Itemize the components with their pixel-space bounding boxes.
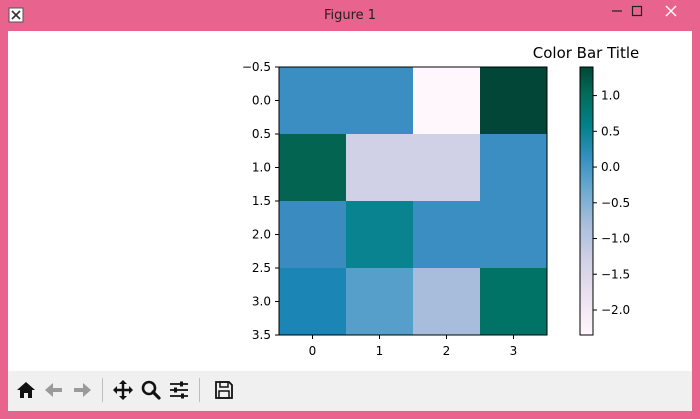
pan-button[interactable] (109, 376, 137, 404)
y-tick-label: 3.0 (252, 295, 271, 309)
toolbar-separator (102, 378, 103, 402)
forward-button[interactable] (68, 376, 96, 404)
y-tick-label: 2.5 (252, 261, 271, 275)
figure-window: Figure 1 −0.5 0.0 0.5 1.0 1.5 2.0 2.5 3.0 3.5 0 1 2… (0, 0, 700, 419)
back-arrow-icon (45, 383, 62, 397)
home-icon (17, 382, 35, 398)
zoom-icon (141, 380, 161, 400)
heatmap-cell (413, 268, 481, 336)
heatmap-cell (346, 201, 414, 269)
heatmap-cell (279, 201, 347, 269)
home-button[interactable] (12, 376, 40, 404)
colorbar-tick-label: −2.0 (601, 303, 630, 317)
heatmap-cell (480, 201, 548, 269)
maximize-button[interactable] (624, 0, 650, 22)
forward-arrow-icon (74, 383, 91, 397)
configure-subplots-button[interactable] (165, 376, 193, 404)
heatmap-cell (480, 134, 548, 202)
heatmap-cell (413, 201, 481, 269)
colorbar (579, 66, 594, 336)
zoom-button[interactable] (137, 376, 165, 404)
heatmap-cell (480, 67, 548, 135)
x-tick-label: 3 (510, 344, 518, 358)
configure-subplots-icon (170, 381, 188, 399)
heatmap-cell (346, 134, 414, 202)
heatmap-cell (480, 268, 548, 336)
x-tick-label: 0 (309, 344, 317, 358)
window-title: Figure 1 (323, 8, 377, 23)
colorbar-tick-label: 1.0 (601, 89, 620, 103)
navigation-toolbar (8, 371, 692, 411)
pan-icon (113, 380, 133, 400)
title-bar: Figure 1 (0, 0, 700, 31)
heatmap-cell (346, 67, 414, 135)
heatmap-cell (413, 67, 481, 135)
toolbar-separator (199, 378, 200, 402)
heatmap-cell (413, 134, 481, 202)
close-button[interactable] (648, 0, 694, 22)
y-tick-label: 0.0 (252, 94, 271, 108)
x-tick-label: 2 (443, 344, 451, 358)
heatmap-cell (279, 67, 347, 135)
y-tick-label: 1.5 (252, 194, 271, 208)
heatmap-cell (346, 268, 414, 336)
heatmap-plot: −0.5 0.0 0.5 1.0 1.5 2.0 2.5 3.0 3.5 0 1 2 3 1.0 0.5 0.… (242, 44, 640, 358)
save-icon (215, 381, 233, 399)
y-tick-label: 0.5 (252, 127, 271, 141)
y-tick-label: 3.5 (252, 328, 271, 342)
colorbar-title: Color Bar Title (533, 44, 640, 62)
save-button[interactable] (210, 376, 238, 404)
y-tick-label: −0.5 (242, 60, 271, 74)
back-button[interactable] (40, 376, 68, 404)
heatmap-cell (279, 134, 347, 202)
colorbar-tick-label: −0.5 (601, 196, 630, 210)
x-tick-label: 1 (376, 344, 384, 358)
y-tick-label: 2.0 (252, 228, 271, 242)
colorbar-tick-label: 0.0 (601, 160, 620, 174)
colorbar-tick-label: −1.5 (601, 267, 630, 281)
colorbar-tick-label: −1.0 (601, 232, 630, 246)
heatmap-cell (279, 268, 347, 336)
figure-canvas: −0.5 0.0 0.5 1.0 1.5 2.0 2.5 3.0 3.5 0 1 2 3 1.0 0.5 0.… (8, 31, 692, 371)
y-tick-label: 1.0 (252, 161, 271, 175)
colorbar-tick-label: 0.5 (601, 124, 620, 138)
